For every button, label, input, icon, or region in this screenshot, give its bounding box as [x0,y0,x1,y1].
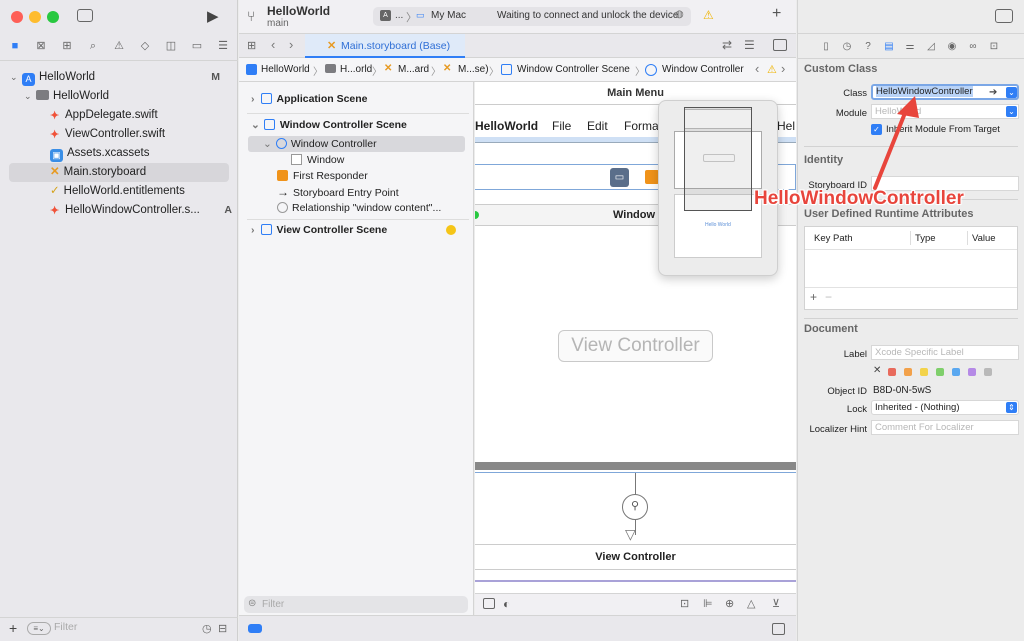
annotation-label: HelloWindowController [754,188,964,209]
annotation-arrow [873,96,919,190]
annotation-arrow-shaft [873,106,909,190]
annotation-arrow-head [897,96,919,118]
